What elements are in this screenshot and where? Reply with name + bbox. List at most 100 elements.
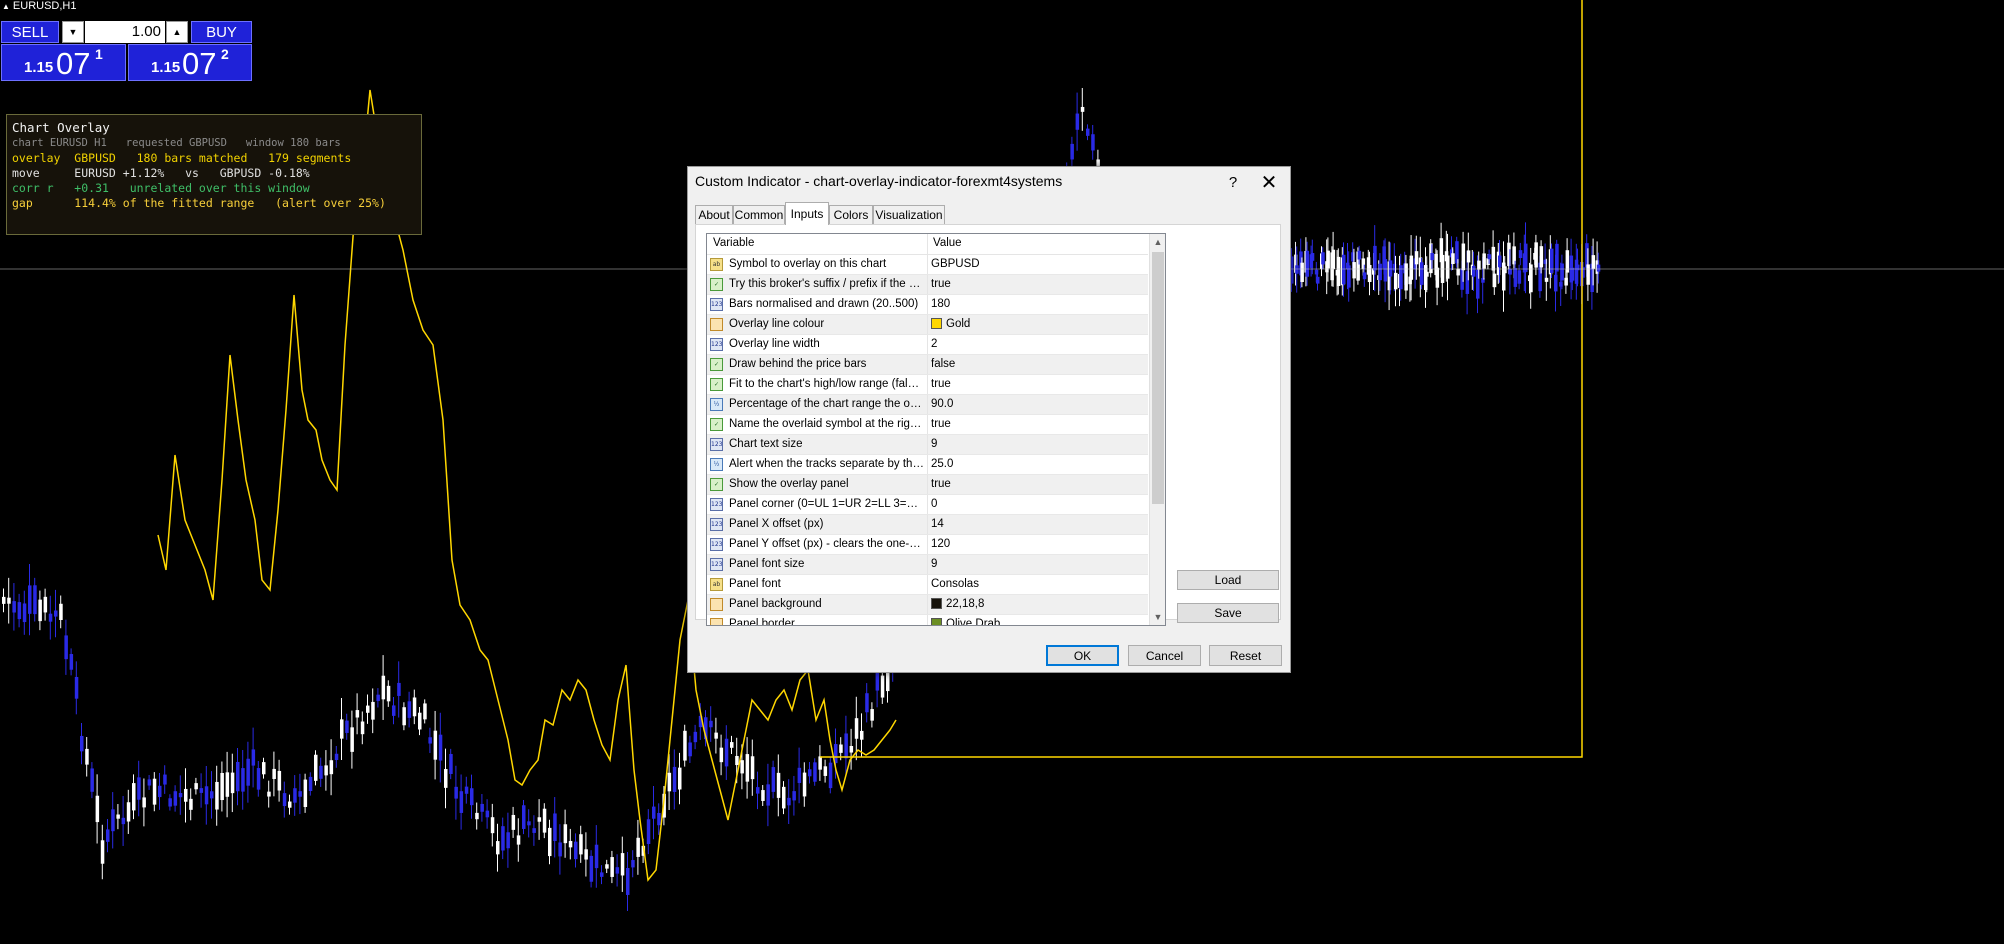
variable-value[interactable]: 9 [931, 438, 937, 450]
table-row[interactable]: 123 Panel Y offset (px) - clears the one-… [707, 535, 1148, 555]
table-row[interactable]: 123 Overlay line width 2 [707, 335, 1148, 355]
table-row[interactable]: Panel background 22,18,8 [707, 595, 1148, 615]
table-row[interactable]: Panel border Olive Drab [707, 615, 1148, 626]
tab-colors[interactable]: Colors [829, 205, 873, 224]
save-button[interactable]: Save [1177, 603, 1279, 623]
lot-size-input[interactable]: 1.00 [85, 21, 165, 43]
table-row[interactable]: ab Panel font Consolas [707, 575, 1148, 595]
variable-value[interactable]: 2 [931, 338, 937, 350]
variable-value[interactable]: 90.0 [931, 398, 953, 410]
chart-menu-icon[interactable]: ▲ [2, 2, 10, 11]
variable-value[interactable]: 0 [931, 498, 937, 510]
table-row[interactable]: 123 Bars normalised and drawn (20..500) 18… [707, 295, 1148, 315]
value-text: true [931, 278, 951, 290]
string-type-icon: ab [710, 578, 723, 591]
value-text: false [931, 358, 956, 370]
table-row[interactable]: Overlay line colour Gold [707, 315, 1148, 335]
variable-value[interactable]: true [931, 478, 951, 490]
table-row[interactable]: ab Symbol to overlay on this chart GBPUSD [707, 255, 1148, 275]
bid-quote[interactable]: 1.15 07 1 [1, 44, 126, 81]
variable-value[interactable]: 22,18,8 [931, 598, 984, 610]
help-icon[interactable]: ? [1220, 169, 1246, 195]
buy-button[interactable]: BUY [191, 21, 252, 43]
candle-body [1420, 262, 1424, 285]
table-row[interactable]: 123 Panel corner (0=UL 1=UR 2=LL 3=LR) 0 [707, 495, 1148, 515]
int-type-icon: 123 [710, 518, 723, 531]
scroll-down-icon[interactable]: ▼ [1150, 609, 1165, 625]
tab-inputs[interactable]: Inputs [785, 202, 829, 225]
candle-body [766, 784, 770, 806]
table-row[interactable]: ½ Percentage of the chart range the over.… [707, 395, 1148, 415]
candle-body [1357, 250, 1362, 260]
variable-name: Fit to the chart's high/low range (false… [729, 378, 924, 390]
column-header-value[interactable]: Value [933, 237, 962, 249]
panel-chart-line: chart EURUSD H1 requested GBPUSD window … [12, 137, 341, 149]
ask-quote[interactable]: 1.15 07 2 [128, 44, 252, 81]
candle-body [808, 769, 812, 777]
candle-body [282, 793, 287, 807]
variable-value[interactable]: 180 [931, 298, 950, 310]
scroll-thumb[interactable] [1152, 252, 1164, 504]
variable-name: Panel Y offset (px) - clears the one-cli… [729, 538, 924, 550]
variable-value[interactable]: true [931, 418, 951, 430]
cell-divider [927, 275, 928, 294]
variable-value[interactable]: GBPUSD [931, 258, 980, 270]
close-icon[interactable]: ✕ [1254, 169, 1284, 195]
table-row[interactable]: ✓ Show the overlay panel true [707, 475, 1148, 495]
table-header: Variable Value [707, 234, 1148, 255]
sell-button[interactable]: SELL [1, 21, 59, 43]
table-row[interactable]: ✓ Name the overlaid symbol at the right e… [707, 415, 1148, 435]
table-row[interactable]: ✓ Try this broker's suffix / prefix if th… [707, 275, 1148, 295]
candle-body [1336, 256, 1341, 287]
candle-body [1409, 255, 1414, 280]
string-type-icon: ab [710, 258, 723, 271]
reset-button[interactable]: Reset [1209, 645, 1282, 666]
candle-body [189, 798, 193, 810]
table-row[interactable]: 123 Panel X offset (px) 14 [707, 515, 1148, 535]
tab-common[interactable]: Common [733, 205, 785, 224]
int-type-icon: 123 [710, 558, 723, 571]
cell-divider [927, 375, 928, 394]
tab-visualization[interactable]: Visualization [873, 205, 945, 224]
tab-about[interactable]: About [695, 205, 733, 224]
lot-increase-icon[interactable]: ▲ [166, 21, 188, 43]
variable-value[interactable]: Olive Drab [931, 618, 1000, 625]
table-row[interactable]: 123 Panel font size 9 [707, 555, 1148, 575]
candle-body [1305, 250, 1310, 277]
variable-value[interactable]: Gold [931, 318, 970, 330]
table-scrollbar[interactable]: ▲ ▼ [1149, 234, 1165, 625]
candle-body [496, 841, 500, 855]
table-row[interactable]: ✓ Draw behind the price bars false [707, 355, 1148, 375]
candle-body [1300, 262, 1304, 283]
candle-body [194, 783, 198, 790]
variable-value[interactable]: true [931, 378, 951, 390]
lot-decrease-icon[interactable]: ▼ [62, 21, 84, 43]
value-text: 25.0 [931, 458, 954, 470]
cell-divider [927, 315, 928, 334]
variable-value[interactable]: 25.0 [931, 458, 953, 470]
candle-body [137, 777, 141, 800]
candle-body [386, 685, 391, 702]
candle-body [558, 842, 562, 857]
scroll-up-icon[interactable]: ▲ [1150, 234, 1165, 250]
load-button[interactable]: Load [1177, 570, 1279, 590]
inputs-table[interactable]: Variable Value ab Symbol to overlay on th… [706, 233, 1166, 626]
variable-value[interactable]: 120 [931, 538, 950, 550]
table-row[interactable]: ✓ Fit to the chart's high/low range (fals… [707, 375, 1148, 395]
variable-value[interactable]: Consolas [931, 578, 979, 590]
variable-value[interactable]: 9 [931, 558, 937, 570]
candle-body [532, 828, 536, 833]
table-row[interactable]: ½ Alert when the tracks separate by this … [707, 455, 1148, 475]
candle-body [1524, 243, 1528, 272]
column-header-variable[interactable]: Variable [713, 237, 754, 249]
variable-name: Panel border [729, 618, 795, 626]
ok-button[interactable]: OK [1046, 645, 1119, 666]
cancel-button[interactable]: Cancel [1128, 645, 1201, 666]
table-row[interactable]: 123 Chart text size 9 [707, 435, 1148, 455]
variable-value[interactable]: false [931, 358, 955, 370]
candle-body [636, 837, 640, 857]
candle-body [412, 697, 417, 717]
variable-value[interactable]: true [931, 278, 951, 290]
variable-value[interactable]: 14 [931, 518, 944, 530]
column-divider[interactable] [927, 234, 928, 254]
